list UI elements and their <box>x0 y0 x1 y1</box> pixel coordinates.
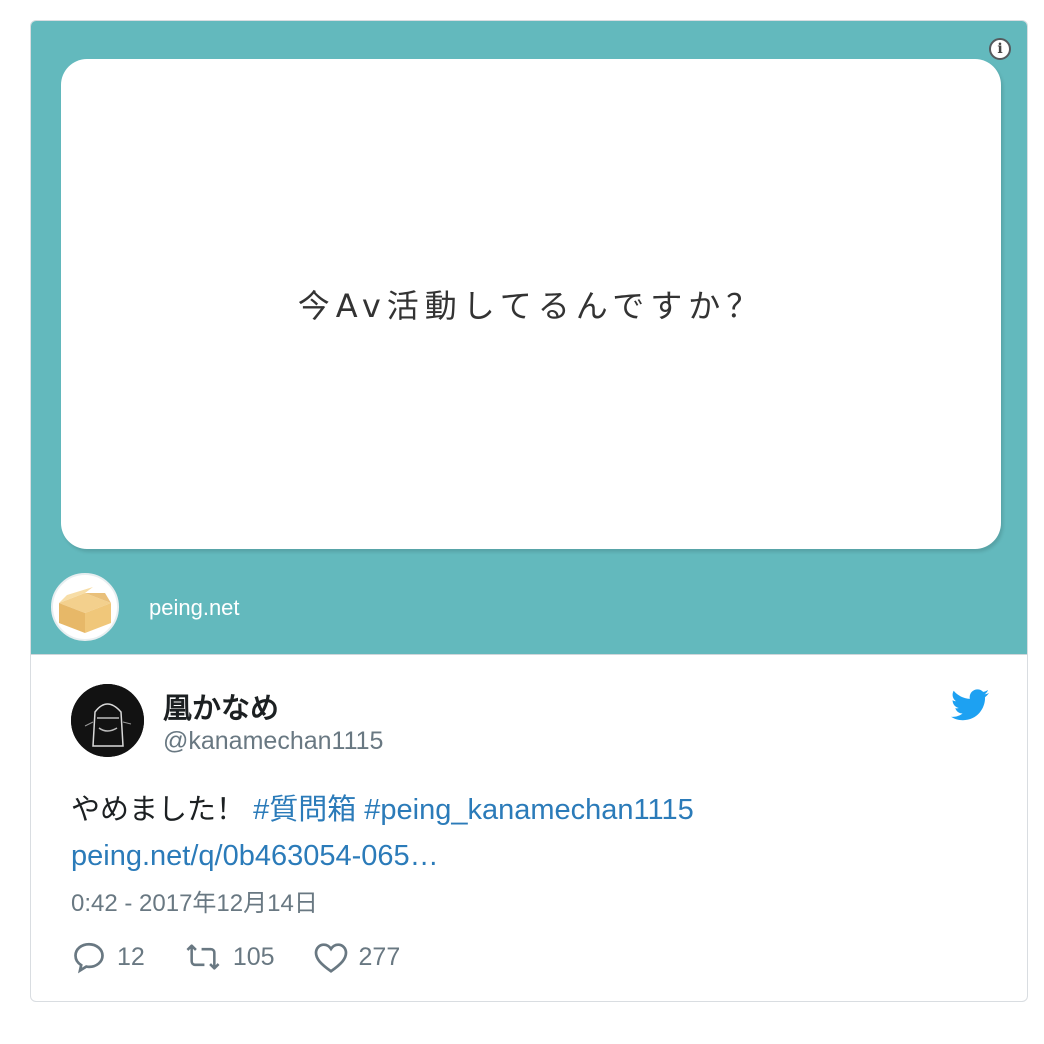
reply-button[interactable]: 12 <box>71 939 145 975</box>
peing-logo <box>51 573 119 641</box>
tweet-timestamp[interactable]: 0:42 - 2017年12月14日 <box>71 883 318 918</box>
hashtag-link[interactable]: #peing_kanamechan1115 <box>364 794 693 826</box>
media-card[interactable]: 今Av活動してるんですか？ i peing.net <box>31 21 1027 655</box>
retweet-icon <box>186 944 220 970</box>
twitter-bird-icon[interactable] <box>951 689 989 721</box>
url-link[interactable]: peing.net/q/0b463054-065… <box>71 840 439 872</box>
info-icon[interactable]: i <box>989 38 1011 60</box>
site-domain[interactable]: peing.net <box>149 595 240 621</box>
tweet-body: やめました！ <box>71 794 246 826</box>
reply-icon <box>74 942 104 974</box>
heart-icon <box>314 943 347 973</box>
tweet-text: やめました！ #質問箱 #peing_kanamechan1115 peing.… <box>71 787 951 879</box>
reply-count: 12 <box>117 942 145 971</box>
retweet-button[interactable]: 105 <box>183 940 275 974</box>
hashtag-link[interactable]: #質問箱 <box>253 794 356 826</box>
author-display-name[interactable]: 凰かなめ <box>163 685 279 727</box>
question-card: 今Av活動してるんですか？ <box>61 59 1001 549</box>
avatar[interactable] <box>71 684 144 757</box>
action-bar: 12 105 277 <box>71 937 438 977</box>
like-button[interactable]: 277 <box>313 940 401 974</box>
embedded-tweet: 今Av活動してるんですか？ i peing.net 凰かなめ @kanamech… <box>30 20 1028 1002</box>
question-text: 今Av活動してるんですか？ <box>297 287 765 325</box>
author-handle[interactable]: @kanamechan1115 <box>163 727 383 756</box>
retweet-count: 105 <box>232 942 275 971</box>
like-count: 277 <box>358 942 401 971</box>
